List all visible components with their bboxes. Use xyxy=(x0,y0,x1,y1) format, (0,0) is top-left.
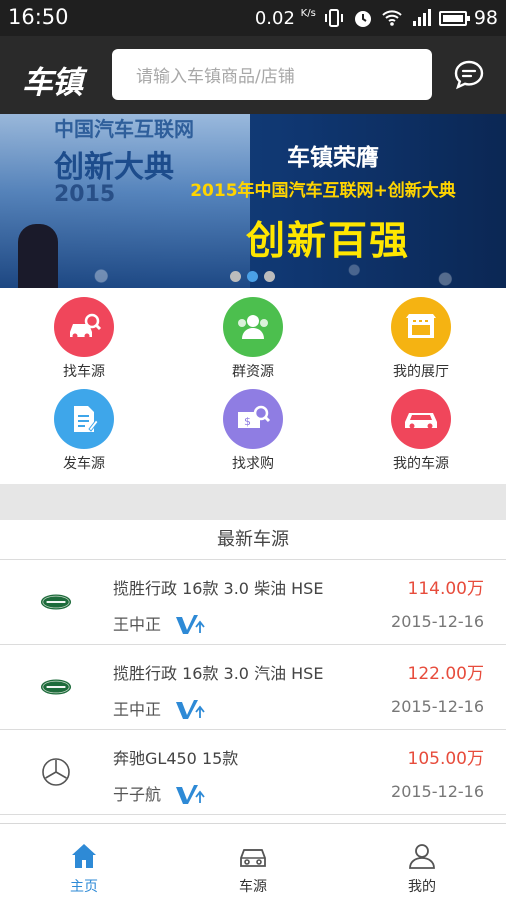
listing-date: 2015-12-16 xyxy=(391,782,484,801)
shortcut-post-cars[interactable]: 发车源 xyxy=(29,389,139,473)
car-icon xyxy=(391,389,451,449)
banner-pagination[interactable] xyxy=(230,271,275,282)
message-icon[interactable] xyxy=(452,58,486,92)
latest-cars-title: 最新车源 xyxy=(0,520,506,560)
tab-home[interactable]: 主页 xyxy=(24,824,144,901)
land-rover-logo-icon xyxy=(40,586,72,618)
shortcut-group-resources[interactable]: 群资源 xyxy=(198,297,308,381)
home-icon xyxy=(72,844,96,868)
car-outline-icon xyxy=(240,849,266,867)
shortcut-grid: 找车源 群资源 我的展厅 发车源 $ 找求购 我的车源 xyxy=(0,288,506,484)
showroom-icon xyxy=(391,297,451,357)
verified-personal-icon xyxy=(176,700,205,719)
alarm-icon xyxy=(354,11,371,27)
verified-personal-icon xyxy=(176,615,205,634)
tab-label: 车源 xyxy=(239,879,267,895)
wifi-icon xyxy=(382,10,402,26)
battery-icon xyxy=(438,10,470,26)
seller-name: 王中正 xyxy=(113,700,162,719)
shortcut-label: 找车源 xyxy=(63,364,105,380)
car-name: 揽胜行政 16款 3.0 汽油 HSE xyxy=(113,664,324,683)
bottom-tab-bar: 主页 车源 我的 xyxy=(0,823,506,900)
banner-dot-active[interactable] xyxy=(247,271,258,282)
car-name: 揽胜行政 16款 3.0 柴油 HSE xyxy=(113,579,324,598)
document-edit-icon xyxy=(54,389,114,449)
car-price: 122.00万 xyxy=(407,664,484,684)
search-placeholder: 请输入车镇商品/店铺 xyxy=(136,67,295,87)
shortcut-label: 我的展厅 xyxy=(393,364,449,380)
promo-banner[interactable]: 中国汽车互联网 创新大典 2015 车镇荣膺 2015年中国汽车互联网+创新大典… xyxy=(0,114,506,288)
tab-label: 我的 xyxy=(408,879,436,895)
listing-date: 2015-12-16 xyxy=(391,697,484,716)
section-divider xyxy=(0,484,506,520)
car-search-icon xyxy=(54,297,114,357)
signal-icon xyxy=(412,9,431,26)
listing-date: 2015-12-16 xyxy=(391,612,484,631)
shortcut-label: 找求购 xyxy=(232,456,274,472)
tab-label: 主页 xyxy=(70,879,98,895)
shortcut-label: 我的车源 xyxy=(393,456,449,472)
car-price: 114.00万 xyxy=(407,579,484,599)
shortcut-label: 群资源 xyxy=(232,364,274,380)
status-bar: 16:50 0.02 K/s 98 xyxy=(0,0,506,36)
app-header: 车镇 请输入车镇商品/店铺 xyxy=(0,36,506,114)
tab-car-sources[interactable]: 车源 xyxy=(193,824,313,901)
banner-subtitle: 2015年中国汽车互联网+创新大典 xyxy=(190,181,456,201)
money-search-icon: $ xyxy=(223,389,283,449)
list-item[interactable]: 揽胜行政 16款 3.0 汽油 HSE 122.00万 王中正 2015-12-… xyxy=(0,645,506,730)
app-logo: 车镇 xyxy=(22,65,83,101)
mercedes-logo-icon xyxy=(40,756,72,788)
shortcut-find-cars[interactable]: 找车源 xyxy=(29,297,139,381)
car-price: 105.00万 xyxy=(407,749,484,769)
seller-name: 王中正 xyxy=(113,615,162,634)
user-icon xyxy=(409,844,435,869)
network-speed: 0.02 K/s xyxy=(254,7,316,29)
verified-personal-icon xyxy=(176,785,205,804)
banner-title: 车镇荣膺 xyxy=(287,145,379,171)
land-rover-logo-icon xyxy=(40,671,72,703)
banner-dot[interactable] xyxy=(264,271,275,282)
svg-text:$: $ xyxy=(244,415,251,428)
list-item[interactable]: 揽胜行政 16款 3.0 柴油 HSE 114.00万 王中正 2015-12-… xyxy=(0,560,506,645)
shortcut-find-requests[interactable]: $ 找求购 xyxy=(198,389,308,473)
shortcut-my-showroom[interactable]: 我的展厅 xyxy=(366,297,476,381)
vibrate-icon xyxy=(324,9,343,27)
status-time: 16:50 xyxy=(8,5,69,29)
seller-name: 于子航 xyxy=(113,785,162,804)
car-name: 奔驰GL450 15款 xyxy=(113,749,239,768)
tab-profile[interactable]: 我的 xyxy=(362,824,482,901)
search-input[interactable]: 请输入车镇商品/店铺 xyxy=(112,49,432,100)
battery-level: 98 xyxy=(473,7,498,29)
banner-dot[interactable] xyxy=(230,271,241,282)
status-icons: 0.02 K/s 98 xyxy=(255,5,498,31)
list-item[interactable]: 奔驰GL450 15款 105.00万 于子航 2015-12-16 xyxy=(0,730,506,815)
shortcut-my-cars[interactable]: 我的车源 xyxy=(366,389,476,473)
shortcut-label: 发车源 xyxy=(63,456,105,472)
latest-cars-list: 揽胜行政 16款 3.0 柴油 HSE 114.00万 王中正 2015-12-… xyxy=(0,560,506,815)
banner-headline: 创新百强 xyxy=(245,219,410,264)
group-icon xyxy=(223,297,283,357)
